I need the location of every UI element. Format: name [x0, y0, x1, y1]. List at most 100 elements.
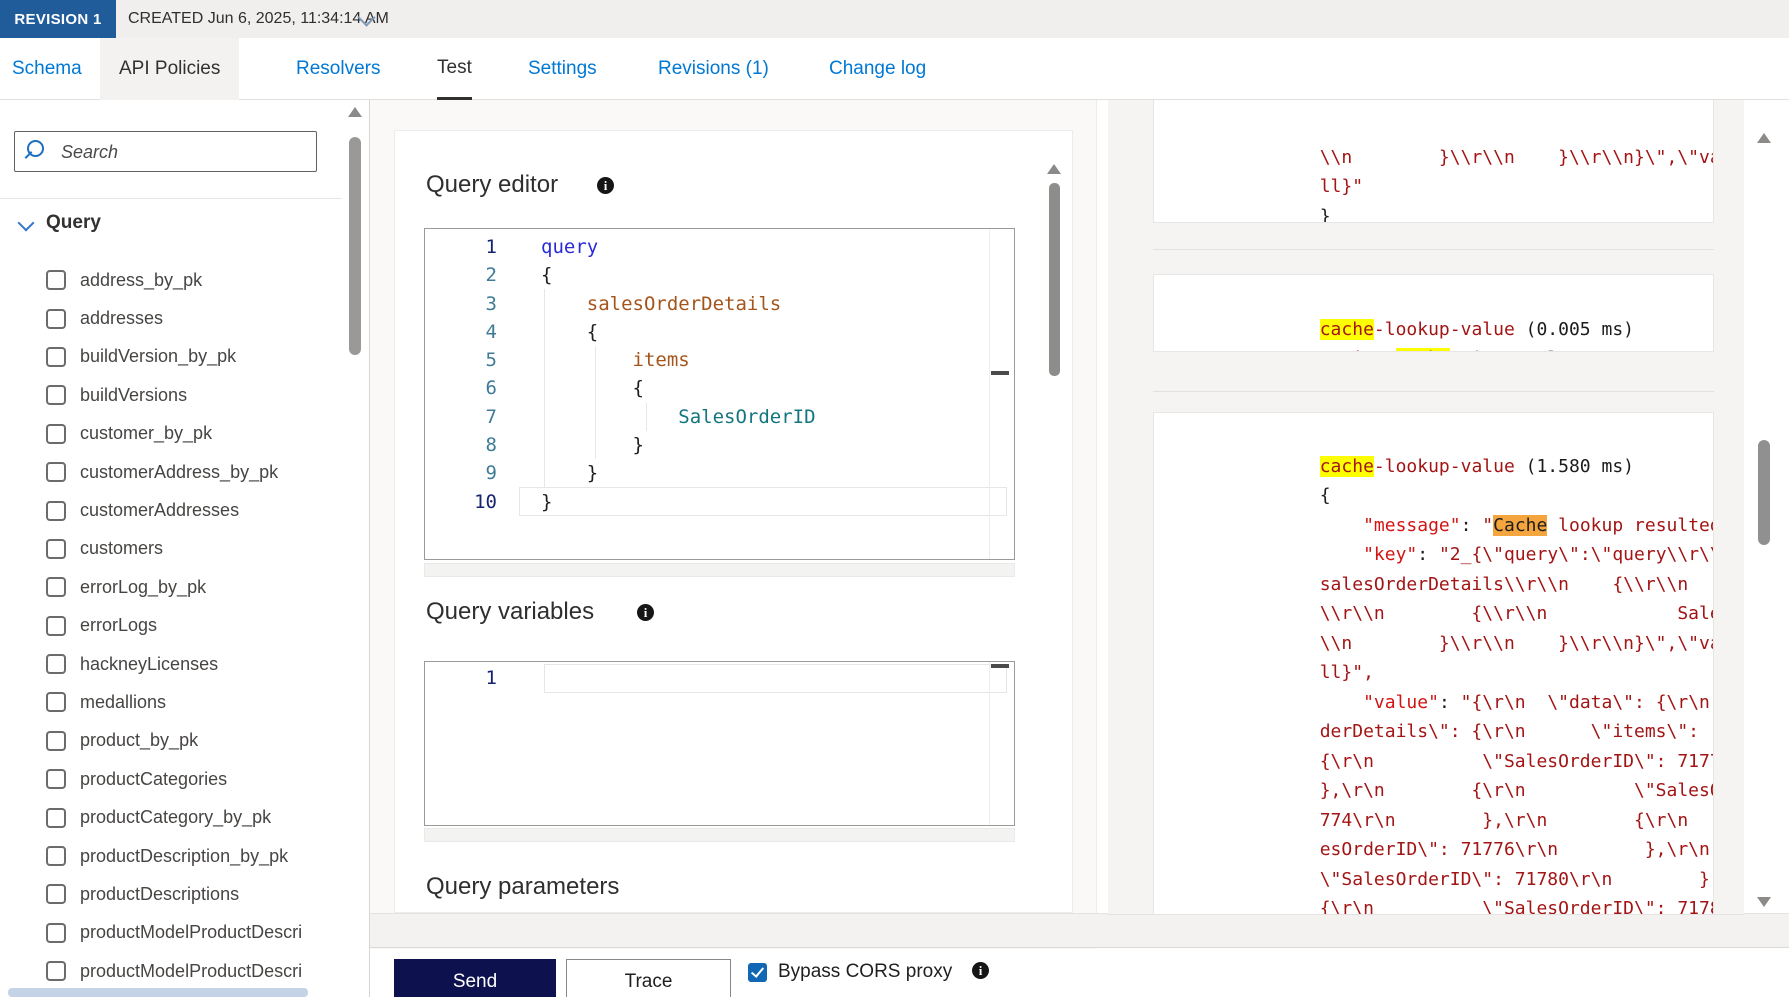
editor-hscrollbar[interactable]	[424, 563, 1015, 577]
trace-card: cache-lookup-value (0.005 ms) "Using cac…	[1153, 274, 1714, 352]
item-label: address_by_pk	[80, 270, 202, 291]
vertical-scrollbar-thumb[interactable]	[1049, 183, 1060, 376]
list-item[interactable]: addresses	[0, 299, 342, 337]
scroll-up-arrow[interactable]	[348, 107, 362, 117]
code-line[interactable]: 5 items	[425, 346, 1014, 374]
trace-card: \\n }\\r\\n }\\r\\n}\",\"variables\":nu …	[1153, 100, 1714, 223]
tab-api-policies[interactable]: API Policies	[100, 38, 239, 100]
item-checkbox[interactable]	[46, 846, 66, 866]
created-dropdown[interactable]: CREATED Jun 6, 2025, 11:34:14 AM	[128, 0, 389, 38]
list-item[interactable]: buildVersion_by_pk	[0, 338, 342, 376]
item-checkbox[interactable]	[46, 385, 66, 405]
list-item[interactable]: medallions	[0, 683, 342, 721]
scroll-up-arrow[interactable]	[1757, 133, 1771, 143]
tab-settings[interactable]: Settings	[528, 38, 597, 100]
item-label: product_by_pk	[80, 730, 198, 751]
list-item[interactable]: address_by_pk	[0, 261, 342, 299]
send-button[interactable]: Send	[394, 959, 556, 997]
scroll-up-arrow[interactable]	[1047, 164, 1061, 174]
editor-hscrollbar[interactable]	[424, 828, 1015, 842]
info-icon[interactable]: i	[972, 962, 989, 979]
vertical-scrollbar-thumb[interactable]	[349, 137, 361, 355]
tab-change-log[interactable]: Change log	[829, 38, 926, 100]
item-checkbox[interactable]	[46, 270, 66, 290]
list-item[interactable]: customerAddress_by_pk	[0, 453, 342, 491]
trace-button[interactable]: Trace	[566, 959, 731, 997]
code-line[interactable]: 8 }	[425, 431, 1014, 459]
list-item[interactable]: errorLog_by_pk	[0, 568, 342, 606]
schema-sidebar: Query address_by_pk addresses buildVersi…	[0, 100, 370, 997]
search-box[interactable]	[14, 131, 317, 172]
item-checkbox[interactable]	[46, 424, 66, 444]
item-checkbox[interactable]	[46, 769, 66, 789]
item-checkbox[interactable]	[46, 501, 66, 521]
list-item[interactable]: productCategory_by_pk	[0, 798, 342, 836]
item-checkbox[interactable]	[46, 731, 66, 751]
horizontal-scrollbar-thumb[interactable]	[8, 988, 308, 997]
code-line[interactable]: 4 {	[425, 318, 1014, 346]
info-icon[interactable]: i	[597, 177, 614, 194]
search-input[interactable]	[59, 132, 313, 173]
line-number: 3	[425, 290, 497, 318]
list-item[interactable]: hackneyLicenses	[0, 645, 342, 683]
item-checkbox[interactable]	[46, 347, 66, 367]
list-item[interactable]: customer_by_pk	[0, 415, 342, 453]
group-label: Query	[46, 212, 101, 234]
tab-label: Schema	[12, 58, 82, 80]
scroll-down-arrow[interactable]	[1757, 897, 1771, 907]
item-label: productModelProductDescri	[80, 961, 302, 982]
code-line[interactable]: 9 }	[425, 459, 1014, 487]
code-line[interactable]: 1	[425, 664, 497, 694]
item-checkbox[interactable]	[46, 462, 66, 482]
tab-resolvers[interactable]: Resolvers	[296, 38, 380, 100]
list-item[interactable]: productModelProductDescri	[0, 914, 342, 952]
item-checkbox[interactable]	[46, 692, 66, 712]
item-checkbox[interactable]	[46, 923, 66, 943]
query-parameters-title: Query parameters	[426, 873, 619, 901]
item-checkbox[interactable]	[46, 577, 66, 597]
item-checkbox[interactable]	[46, 961, 66, 981]
query-code-editor[interactable]: 1 query 2 { 3 salesOrderDetails 4 { 5	[424, 228, 1015, 560]
bypass-cors-checkbox[interactable]	[748, 963, 767, 982]
query-variables-editor[interactable]: 1	[424, 661, 1015, 826]
list-item[interactable]: errorLogs	[0, 607, 342, 645]
vertical-scrollbar-thumb[interactable]	[1758, 440, 1770, 545]
info-icon[interactable]: i	[637, 604, 654, 621]
app-window: REVISION 1 CREATED Jun 6, 2025, 11:34:14…	[0, 0, 1789, 997]
tab-bar: Schema API Policies Resolvers Test Setti…	[0, 38, 1789, 100]
item-checkbox[interactable]	[46, 884, 66, 904]
item-checkbox[interactable]	[46, 616, 66, 636]
overview-ruler-marker	[991, 664, 1009, 668]
list-item[interactable]: productCategories	[0, 760, 342, 798]
code-line[interactable]: 1 query	[425, 233, 1014, 261]
tab-schema[interactable]: Schema	[12, 38, 82, 100]
tab-label: Change log	[829, 58, 926, 80]
code-line[interactable]: 10 }	[425, 488, 1014, 516]
code-line[interactable]: 7 SalesOrderID	[425, 403, 1014, 431]
list-item[interactable]: productModelProductDescri	[0, 952, 342, 990]
list-item[interactable]: customerAddresses	[0, 491, 342, 529]
code-line[interactable]: 2 {	[425, 261, 1014, 289]
code-line[interactable]: 3 salesOrderDetails	[425, 290, 1014, 318]
line-number: 7	[425, 403, 497, 431]
item-checkbox[interactable]	[46, 654, 66, 674]
list-item[interactable]: buildVersions	[0, 376, 342, 414]
tab-revisions[interactable]: Revisions (1)	[658, 38, 769, 100]
line-number: 1	[425, 664, 497, 694]
item-label: buildVersions	[80, 385, 187, 406]
list-item[interactable]: productDescription_by_pk	[0, 837, 342, 875]
item-checkbox[interactable]	[46, 539, 66, 559]
list-item[interactable]: customers	[0, 530, 342, 568]
query-group-header[interactable]: Query	[0, 212, 342, 244]
trace-line: cache-lookup-value (0.005 ms)	[1154, 285, 1713, 315]
code-line[interactable]: 6 {	[425, 374, 1014, 402]
item-label: errorLogs	[80, 615, 157, 636]
list-item[interactable]: productDescriptions	[0, 875, 342, 913]
trace-divider	[1153, 249, 1714, 250]
tab-test[interactable]: Test	[437, 38, 472, 100]
list-item[interactable]: product_by_pk	[0, 722, 342, 760]
item-checkbox[interactable]	[46, 808, 66, 828]
item-checkbox[interactable]	[46, 309, 66, 329]
trace-line: cache-lookup-value (1.580 ms)	[1154, 422, 1713, 452]
query-variables-title: Query variables	[426, 598, 594, 626]
